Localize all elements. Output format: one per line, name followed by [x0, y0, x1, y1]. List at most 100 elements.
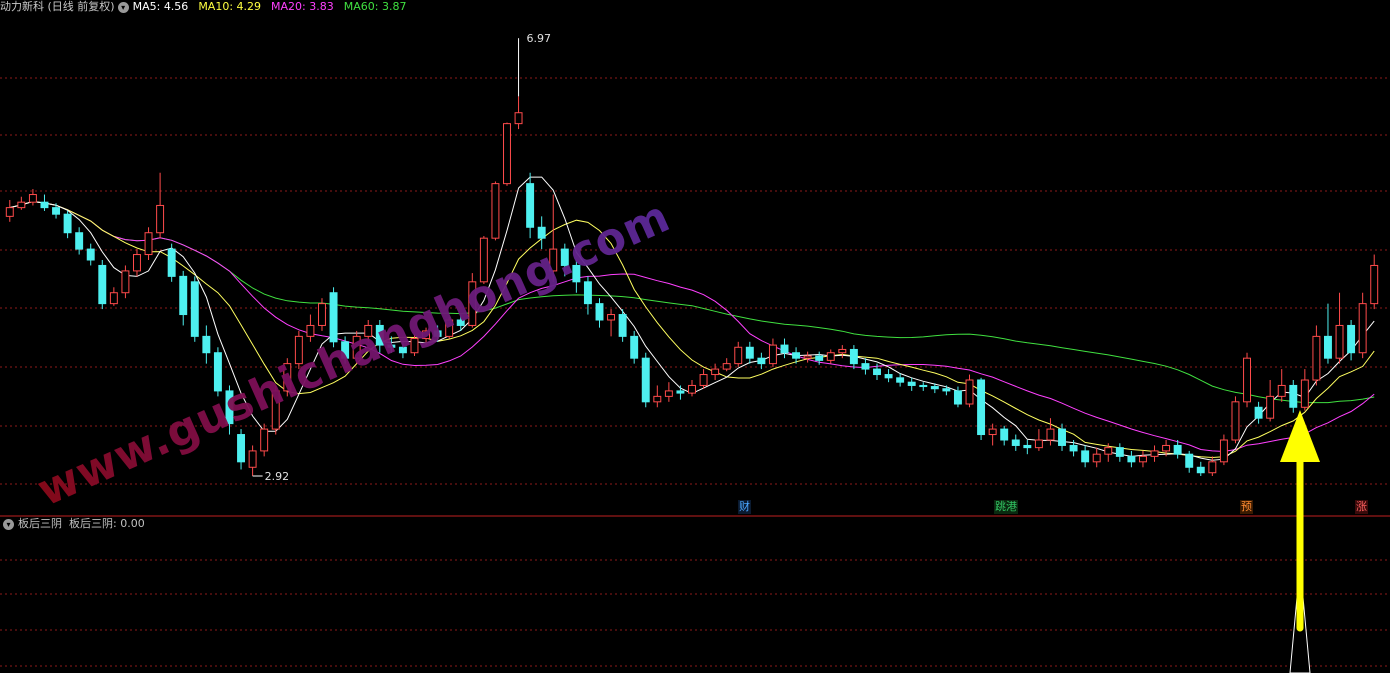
- candle-body-101: [1173, 444, 1182, 455]
- candle-body-94: [1092, 453, 1101, 463]
- candle-body-54: [630, 335, 639, 359]
- candle-body-72: [838, 348, 847, 354]
- event-marker-limit-up[interactable]: 涨: [1355, 500, 1368, 514]
- candle-body-93: [1081, 450, 1090, 463]
- high-label: 6.97: [527, 32, 552, 45]
- candle-body-9: [109, 292, 118, 305]
- candle-body-100: [1162, 444, 1171, 452]
- candle-body-51: [595, 303, 604, 321]
- candle-body-91: [1058, 428, 1066, 446]
- candle-body-50: [583, 281, 592, 305]
- candle-body-85: [988, 428, 997, 436]
- candle-body-75: [873, 368, 881, 376]
- candle-body-43: [503, 123, 511, 185]
- candle-body-74: [861, 363, 870, 370]
- candle-body-65: [757, 357, 766, 365]
- candle-body-2: [28, 194, 37, 203]
- candle-body-11: [133, 254, 141, 272]
- candle-body-6: [75, 232, 84, 250]
- candle-body-99: [1150, 450, 1159, 457]
- candle-body-110: [1277, 384, 1286, 397]
- chevron-down-icon[interactable]: ▾: [3, 518, 14, 530]
- candle-body-98: [1138, 455, 1147, 463]
- candle-body-21: [248, 450, 257, 468]
- event-marker-finance[interactable]: 财: [738, 500, 751, 514]
- candle-body-69: [803, 355, 812, 359]
- candle-body-73: [849, 348, 858, 365]
- candle-body-26: [306, 324, 315, 337]
- candle-body-68: [792, 352, 801, 359]
- candle-body-12: [144, 232, 153, 256]
- candle-body-81: [942, 388, 951, 392]
- candle-body-116: [1347, 324, 1356, 354]
- stock-title: 动力新科 (日线 前复权): [0, 0, 115, 13]
- ma10-label: MA10:: [198, 0, 234, 13]
- candle-body-114: [1323, 335, 1332, 359]
- candle-body-62: [722, 363, 731, 370]
- candle-body-107: [1243, 357, 1251, 403]
- candle-body-78: [907, 381, 916, 386]
- candle-body-8: [98, 264, 107, 305]
- candle-body-118: [1370, 264, 1379, 305]
- candle-body-63: [734, 346, 743, 365]
- arrow-head: [1280, 410, 1320, 462]
- candle-body-88: [1023, 444, 1032, 449]
- candle-body-64: [745, 346, 754, 359]
- event-marker-hk[interactable]: 跳港: [994, 500, 1018, 514]
- candle-body-1: [17, 201, 26, 209]
- candle-body-105: [1219, 439, 1228, 463]
- candle-body-0: [5, 207, 14, 217]
- ma60-label: MA60:: [343, 0, 379, 13]
- ma60-value: 3.87: [381, 0, 407, 13]
- candle-body-76: [884, 374, 893, 379]
- candle-body-95: [1104, 447, 1113, 455]
- candle-body-96: [1115, 447, 1124, 457]
- candle-body-46: [537, 226, 546, 239]
- candle-body-15: [179, 275, 188, 316]
- candle-body-82: [953, 390, 962, 405]
- candle-body-53: [618, 314, 627, 337]
- event-marker-forecast[interactable]: 预: [1240, 500, 1253, 514]
- candle-body-106: [1231, 401, 1240, 441]
- candle-body-86: [1000, 428, 1009, 441]
- candle-body-83: [965, 379, 974, 405]
- candle-body-92: [1069, 444, 1078, 452]
- candle-body-90: [1046, 428, 1055, 441]
- candle-body-66: [768, 344, 777, 365]
- ma20-label: MA20:: [271, 0, 306, 13]
- low-label: 2.92: [265, 470, 290, 483]
- candle-body-71: [826, 352, 835, 361]
- chart-header: 动力新科 (日线 前复权) ▾ MA5: 4.56 MA10: 4.29 MA20: 3…: [0, 0, 416, 14]
- candle-body-27: [318, 303, 326, 326]
- candlestick-chart: 6.97 2.92: [0, 32, 1390, 673]
- candle-body-59: [688, 384, 696, 394]
- candle-body-58: [676, 390, 685, 394]
- candle-body-3: [40, 201, 49, 209]
- chevron-down-icon[interactable]: ▾: [117, 1, 129, 13]
- candle-body-112: [1300, 379, 1309, 408]
- candle-body-4: [52, 207, 61, 215]
- candle-body-102: [1185, 453, 1194, 468]
- candle-body-17: [202, 335, 211, 354]
- candle-body-5: [63, 213, 72, 234]
- candle-body-80: [930, 386, 939, 390]
- candle-body-56: [653, 395, 662, 403]
- candle-body-79: [919, 384, 928, 388]
- candle-body-7: [86, 248, 95, 261]
- candle-body-108: [1254, 406, 1263, 419]
- indicator-label: 板后三阴:: [69, 517, 117, 530]
- indicator-value: 0.00: [120, 517, 145, 530]
- candle-body-14: [167, 248, 176, 277]
- candle-body-103: [1196, 466, 1205, 474]
- ma10-value: 4.29: [236, 0, 262, 13]
- candle-body-77: [896, 377, 905, 383]
- ma5-value: 4.56: [163, 0, 189, 13]
- candle-body-87: [1011, 439, 1020, 446]
- candle-body-61: [711, 368, 720, 376]
- candle-body-67: [780, 344, 789, 354]
- candle-body-52: [607, 314, 616, 321]
- indicator-header: ▾ 板后三阴 板后三阴: 0.00: [0, 517, 145, 531]
- candle-body-57: [664, 390, 673, 397]
- candle-body-111: [1289, 384, 1298, 408]
- candle-body-115: [1335, 324, 1344, 359]
